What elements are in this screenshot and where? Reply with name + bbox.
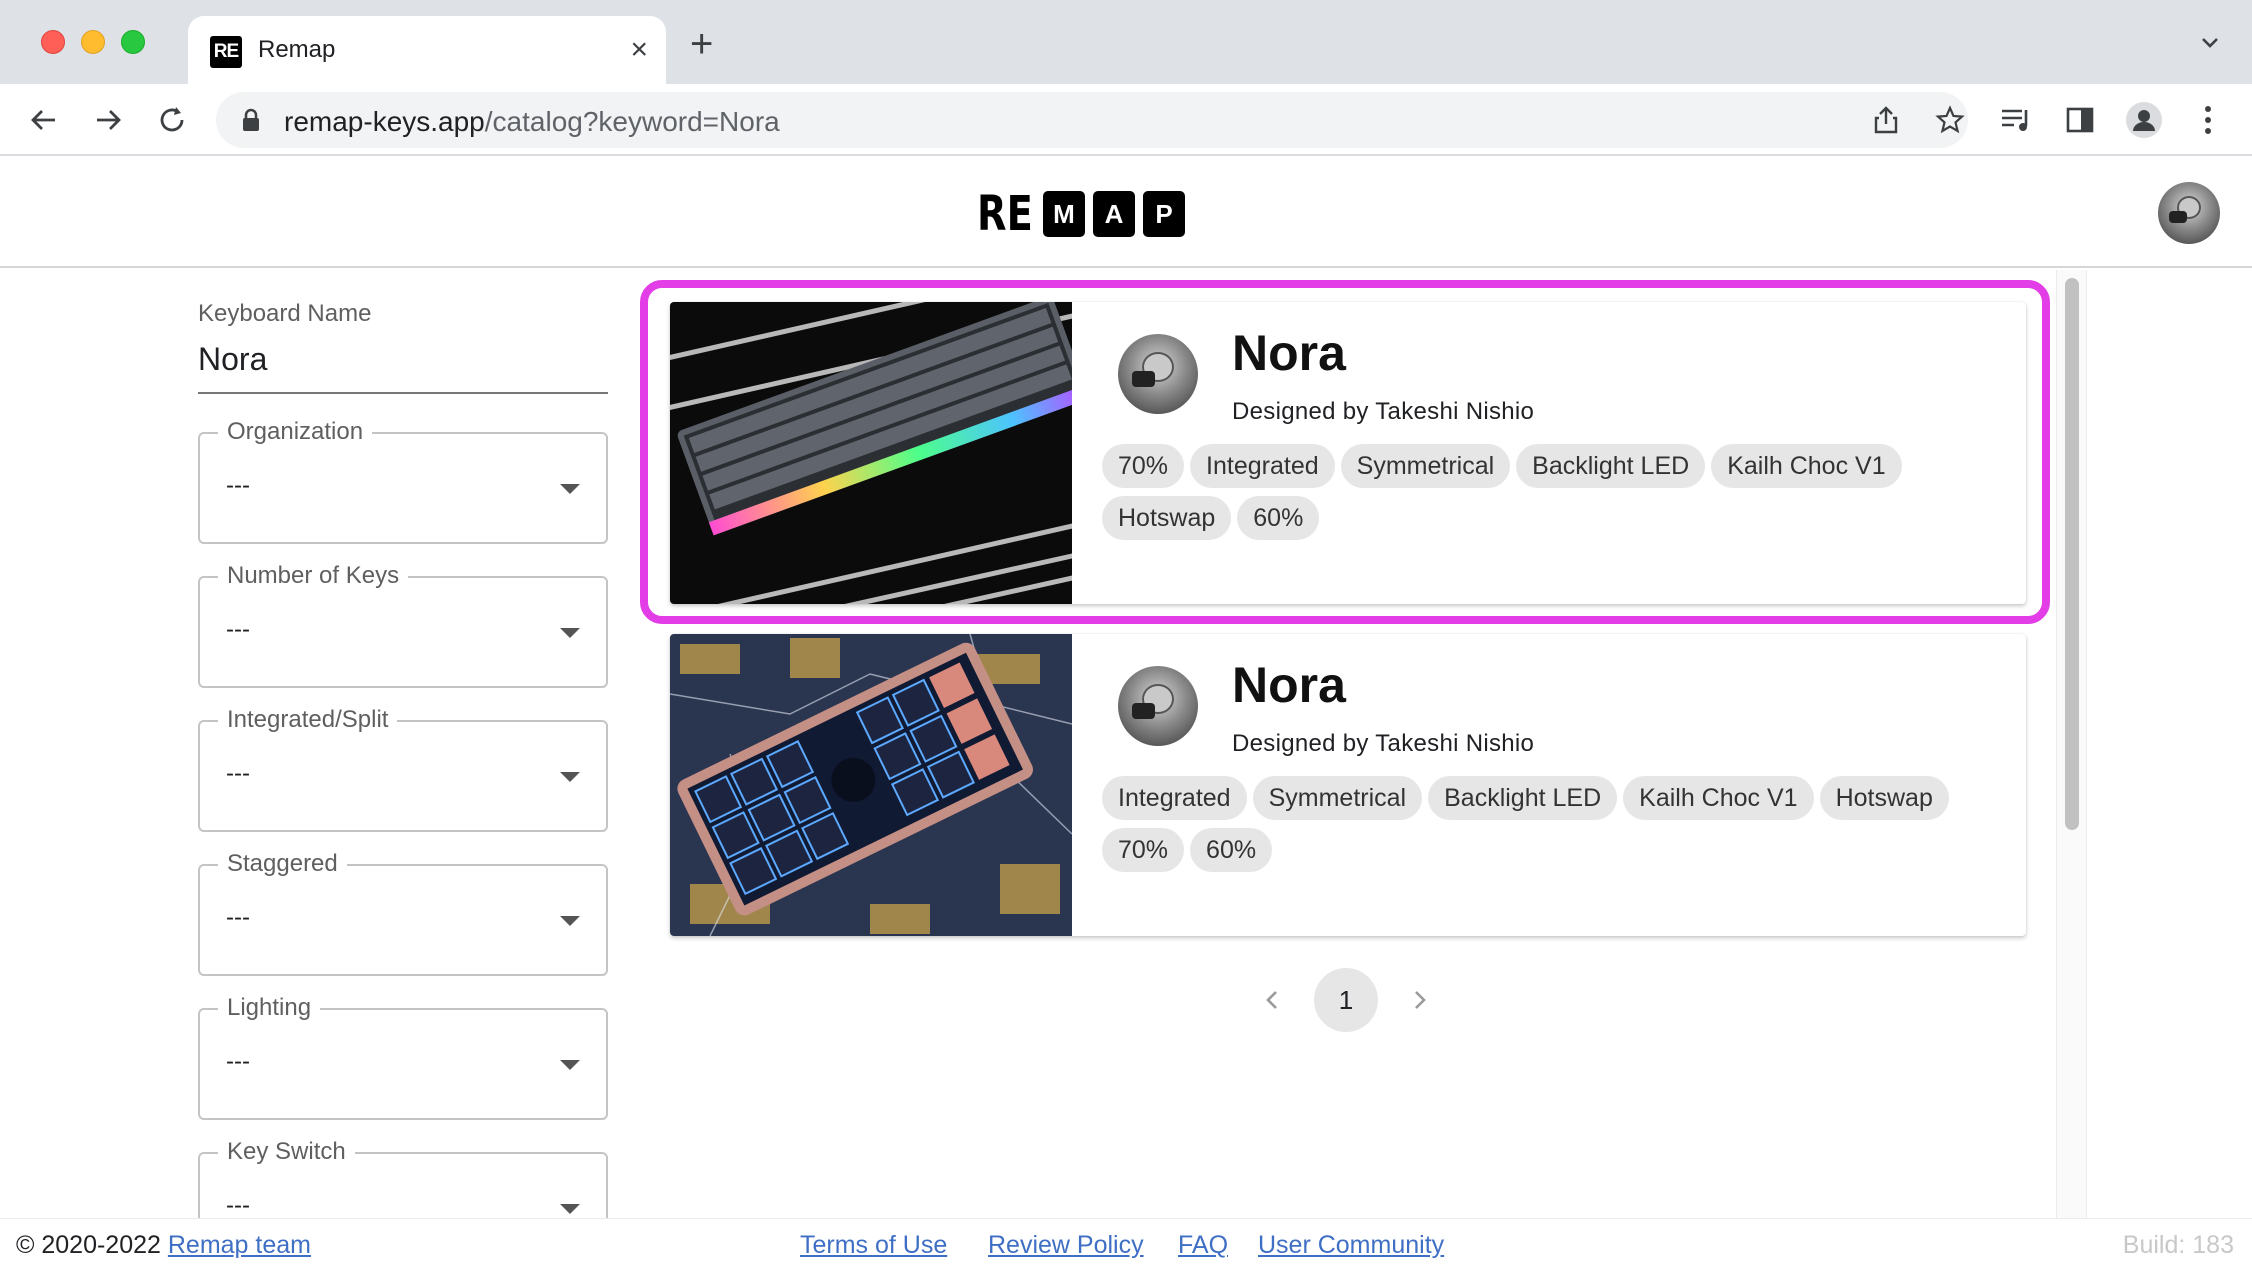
window-minimize-button[interactable] (81, 30, 105, 54)
number-of-keys-select[interactable]: Number of Keys --- (198, 558, 608, 688)
dropdown-arrow-icon (560, 916, 580, 926)
user-community-link[interactable]: User Community (1258, 1231, 1444, 1260)
results-scrollbar[interactable] (2056, 270, 2086, 1218)
tab-search-chevron-icon[interactable] (2198, 30, 2222, 59)
select-label: Integrated/Split (218, 702, 398, 738)
tag-chip: Hotswap (1819, 776, 1949, 820)
profile-icon[interactable] (2124, 100, 2164, 140)
tag-chip: Backlight LED (1428, 776, 1618, 820)
remap-team-link[interactable]: Remap team (168, 1231, 311, 1259)
keyboard-name[interactable]: Nora (1232, 656, 1346, 714)
chevron-left-icon[interactable] (1256, 984, 1288, 1016)
review-policy-link[interactable]: Review Policy (988, 1231, 1144, 1260)
side-panel-icon[interactable] (2060, 100, 2100, 140)
window-close-button[interactable] (41, 30, 65, 54)
tag-list: Integrated Symmetrical Backlight LED Kai… (1102, 776, 2002, 872)
app-header: RE M A P (0, 158, 2252, 268)
new-tab-button[interactable]: + (690, 24, 713, 64)
copyright-text: © 2020-2022 Remap team (16, 1231, 311, 1260)
back-arrow-icon[interactable] (24, 100, 64, 140)
copyright-prefix: © 2020-2022 (16, 1231, 168, 1259)
page-footer: © 2020-2022 Remap team Terms of Use Revi… (0, 1218, 2252, 1272)
dropdown-arrow-icon (560, 772, 580, 782)
tag-chip: Kailh Choc V1 (1623, 776, 1814, 820)
integrated-split-select[interactable]: Integrated/Split --- (198, 702, 608, 832)
user-avatar[interactable] (2158, 182, 2220, 244)
terms-of-use-link[interactable]: Terms of Use (800, 1231, 947, 1260)
select-value: --- (226, 1192, 250, 1219)
pagination: 1 (1256, 966, 1436, 1032)
tag-chip: 70% (1102, 828, 1185, 872)
tab-close-icon[interactable]: × (630, 32, 648, 68)
tag-chip: Integrated (1102, 776, 1247, 820)
select-label: Organization (218, 414, 373, 450)
key-switch-select[interactable]: Key Switch --- (198, 1134, 608, 1219)
dropdown-arrow-icon (560, 1204, 580, 1214)
faq-link[interactable]: FAQ (1178, 1231, 1228, 1260)
designer-name: Designed by Takeshi Nishio (1232, 730, 1535, 757)
select-label: Key Switch (218, 1134, 355, 1170)
browser-titlebar: RE Remap × + (0, 0, 2252, 84)
dropdown-arrow-icon (560, 484, 580, 494)
keyboard-name-label: Keyboard Name (198, 300, 372, 327)
logo-letter-a: A (1093, 191, 1135, 237)
select-value: --- (226, 472, 250, 499)
select-label: Staggered (218, 846, 347, 882)
logo-re: RE (977, 186, 1033, 242)
select-value: --- (226, 1048, 250, 1075)
media-queue-icon[interactable] (1996, 100, 2036, 140)
highlight-frame (640, 280, 2050, 624)
forward-arrow-icon[interactable] (88, 100, 128, 140)
tag-chip: 60% (1190, 828, 1273, 872)
window-zoom-button[interactable] (121, 30, 145, 54)
dropdown-arrow-icon (560, 1060, 580, 1070)
select-label: Lighting (218, 990, 321, 1026)
build-number: Build: 183 (2122, 1231, 2234, 1259)
kebab-menu-icon[interactable] (2188, 100, 2228, 140)
dropdown-arrow-icon (560, 628, 580, 638)
logo-letter-m: M (1043, 191, 1085, 237)
organization-select[interactable]: Organization --- (198, 414, 608, 544)
select-value: --- (226, 616, 250, 643)
divider (2086, 270, 2087, 1218)
lock-icon[interactable] (242, 108, 260, 137)
tab-title: Remap (258, 36, 336, 63)
browser-toolbar: remap-keys.app/catalog?keyword=Nora (0, 84, 2252, 156)
filter-sidebar: Keyboard Name Nora Organization --- Numb… (198, 300, 608, 1219)
logo-letter-p: P (1143, 191, 1185, 237)
select-value: --- (226, 904, 250, 931)
lighting-select[interactable]: Lighting --- (198, 990, 608, 1120)
select-label: Number of Keys (218, 558, 409, 594)
scrollbar-thumb[interactable] (2065, 278, 2079, 830)
star-icon[interactable] (1934, 104, 1966, 136)
browser-tab-active[interactable]: RE Remap × (188, 16, 666, 84)
address-bar[interactable]: remap-keys.app/catalog?keyword=Nora (216, 92, 1968, 148)
share-icon[interactable] (1870, 104, 1902, 136)
keyboard-card[interactable]: Nora Designed by Takeshi Nishio Integrat… (670, 634, 2026, 936)
page-button-current[interactable]: 1 (1314, 968, 1378, 1032)
url-host: remap-keys.app (284, 106, 485, 137)
keyboard-name-input[interactable]: Nora (198, 334, 608, 394)
url-text: remap-keys.app/catalog?keyword=Nora (284, 106, 780, 138)
keyboard-thumbnail-image[interactable] (670, 634, 1072, 936)
remap-logo[interactable]: RE M A P (977, 186, 1185, 242)
reload-icon[interactable] (152, 100, 192, 140)
url-path: /catalog?keyword=Nora (484, 106, 780, 137)
chevron-right-icon[interactable] (1404, 984, 1436, 1016)
staggered-select[interactable]: Staggered --- (198, 846, 608, 976)
designer-avatar (1118, 666, 1198, 746)
tag-chip: Symmetrical (1252, 776, 1423, 820)
select-value: --- (226, 760, 250, 787)
remap-favicon-icon: RE (210, 36, 242, 68)
